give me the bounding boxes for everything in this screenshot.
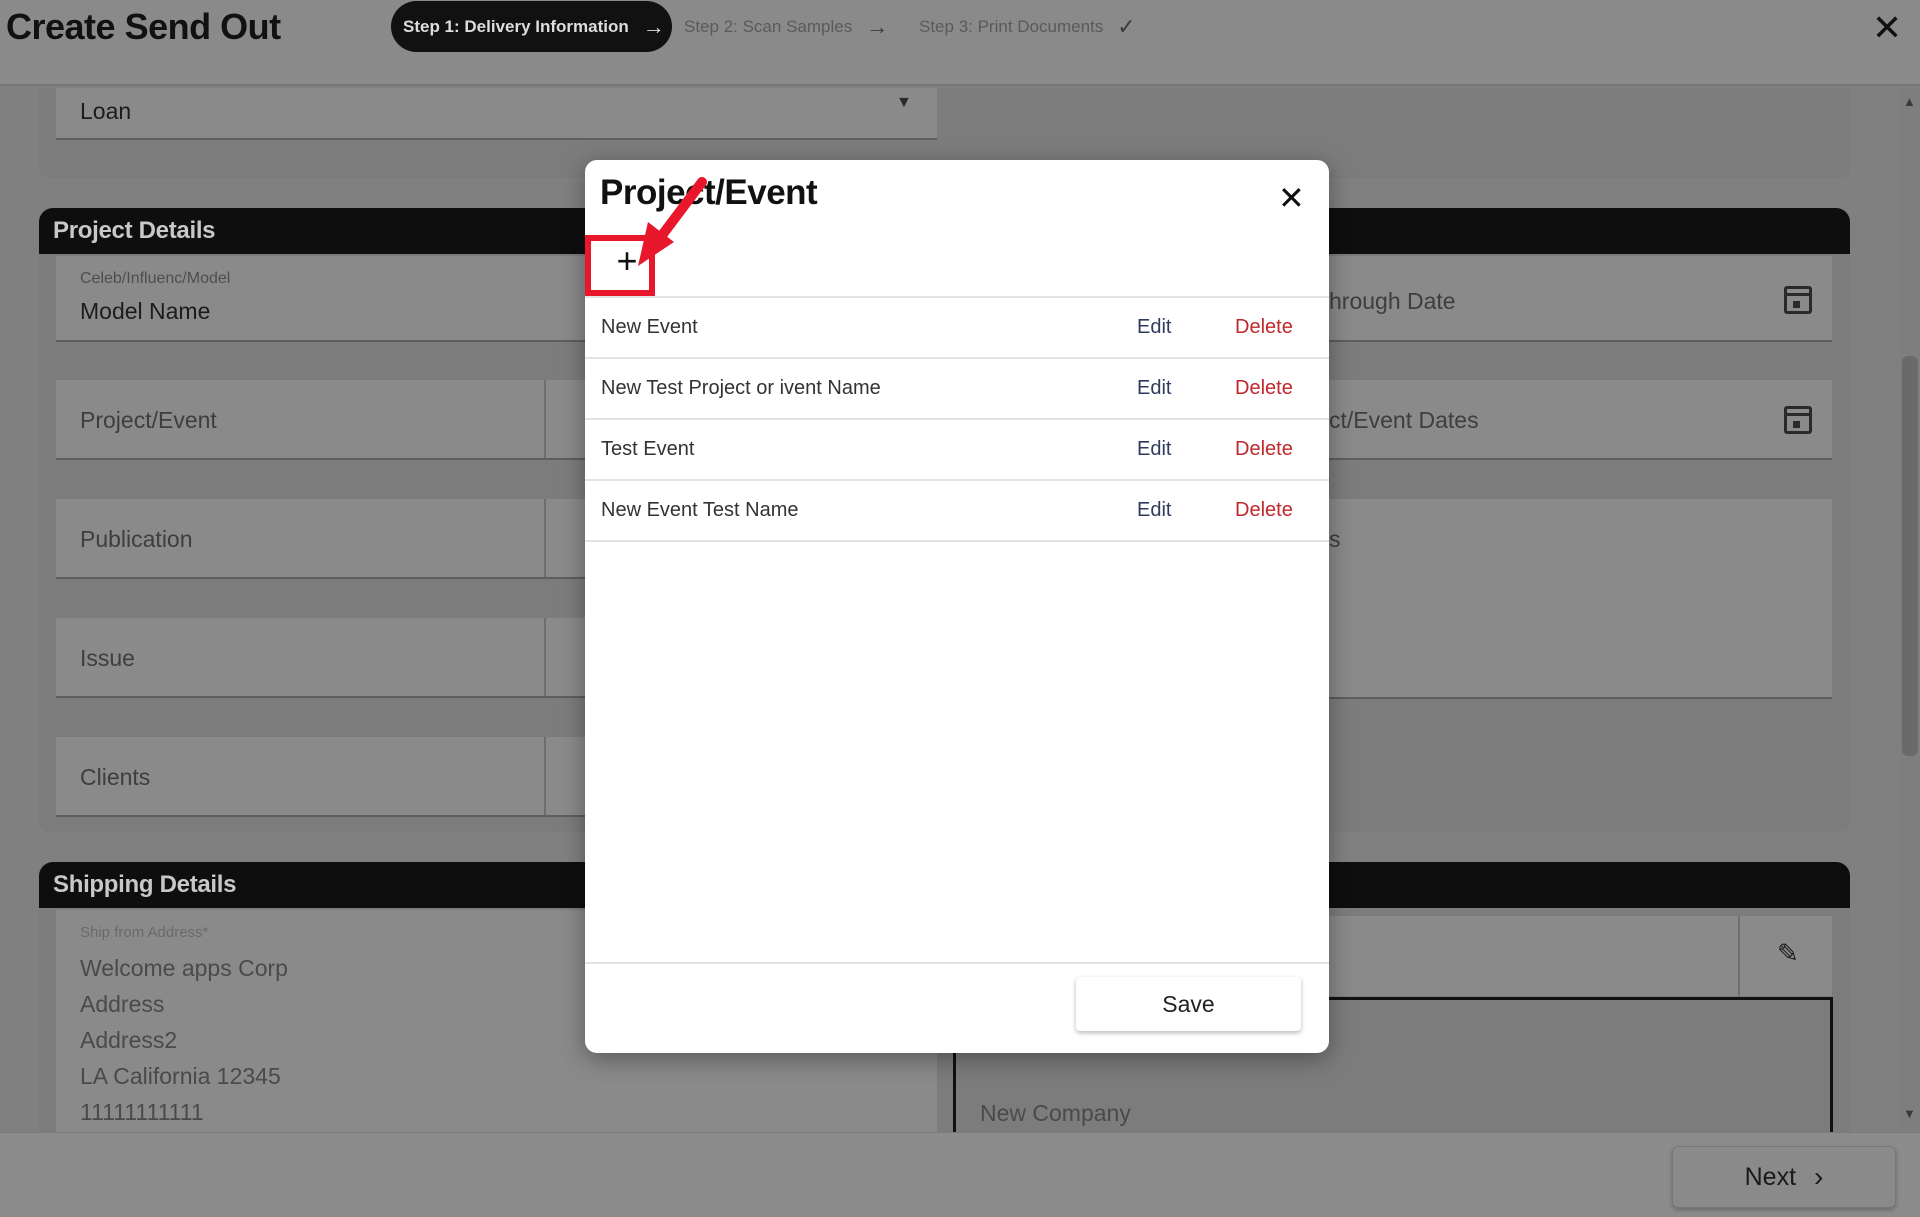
field-divider — [544, 737, 546, 815]
event-dates-field[interactable]: ct/Event Dates — [1329, 380, 1832, 460]
delete-link[interactable]: Delete — [1235, 316, 1293, 339]
list-item: New Event Edit Delete — [585, 298, 1329, 359]
address-line: Address2 — [80, 1027, 178, 1053]
arrow-right-icon: → — [642, 13, 665, 39]
scroll-down-icon[interactable]: ▼ — [1903, 1106, 1916, 1121]
calendar-icon[interactable] — [1784, 286, 1812, 314]
modal-footer-divider — [585, 962, 1329, 964]
edit-pencil-icon[interactable]: ✎ — [1777, 938, 1799, 969]
project-event-list: New Event Edit Delete New Test Project o… — [585, 296, 1329, 542]
project-event-name: New Event Test Name — [601, 499, 799, 521]
save-button[interactable]: Save — [1076, 977, 1301, 1031]
address-line: Welcome apps Corp — [80, 955, 288, 981]
edit-link[interactable]: Edit — [1137, 316, 1171, 339]
list-item: New Test Project or ivent Name Edit Dele… — [585, 359, 1329, 420]
ship-from-address: Welcome apps Corp Address Address2 LA Ca… — [80, 950, 288, 1130]
project-event-modal: Project/Event ✕ + New Event Edit Delete … — [585, 160, 1329, 1053]
page-footer — [0, 1132, 1920, 1217]
close-icon[interactable]: ✕ — [1872, 10, 1902, 46]
issue-field[interactable]: Issue — [56, 618, 586, 698]
calendar-icon[interactable] — [1784, 406, 1812, 434]
publication-placeholder: Publication — [80, 526, 193, 552]
clients-field[interactable]: Clients — [56, 737, 586, 817]
event-dates-placeholder: ct/Event Dates — [1329, 407, 1479, 433]
notes-field[interactable]: s — [1329, 499, 1832, 699]
annotation-arrow-icon — [638, 177, 707, 266]
step-2-tab[interactable]: Step 2: Scan Samples → — [684, 14, 888, 40]
chevron-right-icon: › — [1814, 1161, 1824, 1192]
section-title: Shipping Details — [53, 871, 237, 898]
edit-link[interactable]: Edit — [1137, 377, 1171, 400]
project-event-field[interactable]: Project/Event — [56, 380, 586, 460]
clients-placeholder: Clients — [80, 764, 151, 790]
step-1-label: Step 1: Delivery Information — [403, 16, 629, 36]
check-icon: ✓ — [1117, 14, 1136, 39]
through-date-placeholder: hrough Date — [1329, 288, 1456, 314]
project-event-name: New Test Project or ivent Name — [601, 377, 881, 399]
next-label: Next — [1744, 1162, 1797, 1191]
field-divider — [544, 618, 546, 696]
list-item: Test Event Edit Delete — [585, 420, 1329, 481]
page-header: Create Send Out Step 1: Delivery Informa… — [0, 0, 1920, 86]
project-event-name: Test Event — [601, 438, 695, 460]
step-1-tab[interactable]: Step 1: Delivery Information → — [391, 1, 672, 52]
field-divider — [544, 499, 546, 577]
address-line: Address — [80, 991, 165, 1017]
list-item: New Event Test Name Edit Delete — [585, 481, 1329, 542]
next-button[interactable]: Next › — [1672, 1146, 1896, 1208]
address-line: LA California 12345 — [80, 1063, 281, 1089]
scrollbar-thumb[interactable] — [1902, 356, 1918, 756]
celeb-field[interactable]: Celeb/Influenc/Model Model Name — [56, 256, 586, 342]
send-type-select[interactable]: Loan ▼ — [56, 88, 937, 140]
step-3-label: Step 3: Print Documents — [919, 17, 1104, 36]
through-date-field[interactable]: hrough Date — [1329, 256, 1832, 342]
project-event-placeholder: Project/Event — [80, 407, 217, 433]
section-title: Project Details — [53, 217, 216, 244]
ship-to-company: New Company — [980, 1100, 1131, 1126]
issue-placeholder: Issue — [80, 645, 135, 671]
field-divider — [1738, 916, 1740, 996]
page-title: Create Send Out — [6, 6, 281, 47]
notes-placeholder: s — [1329, 526, 1341, 552]
publication-field[interactable]: Publication — [56, 499, 586, 579]
edit-link[interactable]: Edit — [1137, 499, 1171, 522]
close-icon[interactable]: ✕ — [1278, 182, 1305, 214]
project-event-name: New Event — [601, 316, 698, 338]
ship-to-header-field: ✎ — [1329, 916, 1832, 996]
delete-link[interactable]: Delete — [1235, 377, 1293, 400]
field-divider — [544, 380, 546, 458]
scroll-up-icon[interactable]: ▲ — [1903, 94, 1916, 109]
send-type-value: Loan — [80, 98, 132, 124]
celeb-label: Celeb/Influenc/Model — [80, 270, 231, 287]
dropdown-arrow-icon: ▼ — [896, 94, 912, 111]
edit-link[interactable]: Edit — [1137, 438, 1171, 461]
delete-link[interactable]: Delete — [1235, 499, 1293, 522]
address-line: 11111111111 — [80, 1099, 204, 1125]
step-3-tab[interactable]: Step 3: Print Documents ✓ — [919, 14, 1136, 40]
ship-from-label: Ship from Address* — [80, 924, 209, 941]
arrow-right-icon: → — [866, 14, 889, 39]
delete-link[interactable]: Delete — [1235, 438, 1293, 461]
step-2-label: Step 2: Scan Samples — [684, 17, 853, 36]
celeb-value: Model Name — [80, 298, 211, 324]
